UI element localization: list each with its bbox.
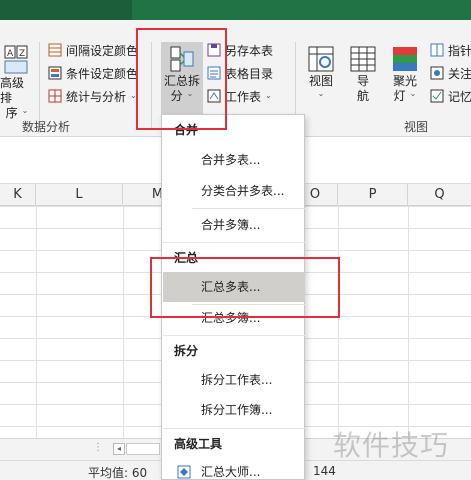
worksheet-icon: [207, 89, 221, 103]
pointer-item[interactable]: 指针: [430, 40, 471, 60]
table-directory-label: 表格目录: [225, 66, 274, 81]
menu-section-advanced-tools: 高级工具: [174, 437, 223, 451]
sort-icon: A Z: [4, 45, 28, 74]
navigation-icon: [350, 46, 376, 72]
menu-item-summary-master[interactable]: 汇总大师...: [163, 457, 305, 480]
navigation-button[interactable]: 导 航: [346, 44, 380, 104]
save-sheet-icon: [207, 43, 221, 57]
spotlight-icon: [393, 47, 417, 71]
focus-icon: [430, 66, 444, 80]
summary-split-dropdown: 合并 合并多表... 分类合并多表... 合并多簿... 汇总 汇总多表... …: [161, 114, 305, 480]
table-directory-icon: [207, 66, 221, 80]
spotlight-label-line1: 聚光: [392, 74, 417, 88]
sheet-tab-grip-icon[interactable]: ⋮: [93, 442, 103, 453]
condition-color-item[interactable]: 条件设定颜色: [48, 63, 138, 83]
menu-divider: [192, 208, 305, 209]
menu-section-divider: [163, 335, 305, 336]
chevron-down-icon: ⌄: [409, 89, 417, 98]
svg-text:A: A: [7, 49, 14, 59]
navigation-label-line2: 航: [356, 89, 369, 103]
interval-color-item[interactable]: 间隔设定颜色: [48, 40, 138, 60]
focus-label: 关注: [448, 66, 471, 81]
pointer-icon: [430, 43, 444, 57]
svg-text:Z: Z: [19, 49, 25, 59]
scroll-left-button[interactable]: ◂: [113, 443, 125, 455]
spotlight-button[interactable]: 聚光 灯 ⌄: [388, 44, 422, 104]
menu-section-split: 拆分: [174, 344, 199, 358]
grid-line: [408, 206, 409, 438]
menu-item-summary-workbooks[interactable]: 汇总多簿...: [163, 303, 305, 333]
summary-split-label-line1: 汇总拆: [163, 74, 200, 88]
menu-section-divider: [163, 242, 305, 243]
save-sheet-label: 另存本表: [225, 43, 274, 58]
column-header-q[interactable]: Q: [408, 184, 471, 206]
summary-split-icon: [170, 46, 194, 72]
status-count: 144: [313, 464, 336, 478]
horizontal-scrollbar[interactable]: [126, 443, 160, 455]
grid-line: [123, 206, 124, 438]
ribbon-separator: [39, 42, 40, 130]
worksheet-item[interactable]: 工作表 ⌄: [207, 86, 272, 106]
grid-line: [36, 206, 37, 438]
view-button[interactable]: 视图 ⌄: [303, 44, 339, 99]
chevron-down-icon: ⌄: [130, 91, 137, 100]
stats-icon: [48, 89, 62, 103]
column-header-k[interactable]: K: [0, 184, 36, 206]
watermark-text: 软件技巧: [333, 429, 450, 462]
ribbon-separator: [151, 42, 152, 130]
chevron-down-icon: ⌄: [186, 89, 194, 98]
summary-split-button[interactable]: 汇总拆 分 ⌄: [161, 42, 203, 118]
menu-item-split-workbook[interactable]: 拆分工作簿...: [163, 395, 305, 425]
menu-item-split-worksheet[interactable]: 拆分工作表...: [163, 365, 305, 395]
statistics-analysis-item[interactable]: 统计与分析 ⌄: [48, 86, 137, 106]
column-header-l[interactable]: L: [36, 184, 123, 206]
title-bar-accent: [0, 0, 132, 20]
pointer-label: 指针: [448, 43, 471, 58]
interval-color-icon: [48, 43, 62, 57]
memory-label: 记忆: [448, 89, 471, 104]
chevron-down-icon: ⌄: [265, 91, 272, 100]
grid-line: [338, 206, 339, 438]
menu-item-merge-workbooks[interactable]: 合并多簿...: [163, 210, 305, 240]
menu-section-divider: [163, 428, 305, 429]
worksheet-label: 工作表: [225, 89, 262, 104]
save-sheet-item[interactable]: 另存本表: [207, 40, 273, 60]
menu-section-summary: 汇总: [174, 251, 199, 265]
menu-item-summary-master-label: 汇总大师...: [201, 465, 261, 479]
menu-item-category-merge-sheets[interactable]: 分类合并多表...: [163, 176, 305, 206]
view-icon: [308, 46, 334, 72]
menu-item-merge-sheets[interactable]: 合并多表...: [163, 145, 305, 175]
memory-item[interactable]: 记忆: [430, 86, 471, 106]
data-analysis-group-label: 数据分析: [22, 120, 71, 134]
advanced-sort-label-line2: 序: [5, 106, 18, 120]
view-label: 视图: [308, 74, 333, 88]
focus-item[interactable]: 关注: [430, 63, 471, 83]
condition-color-icon: [48, 66, 62, 80]
summary-split-label-line2: 分: [170, 89, 183, 103]
advanced-sort-label-line1: 高级排: [0, 76, 25, 105]
spotlight-label-line2: 灯: [393, 89, 406, 103]
navigation-label-line1: 导: [356, 74, 369, 88]
interval-color-label: 间隔设定颜色: [66, 43, 139, 58]
memory-icon: [430, 89, 444, 103]
summary-master-icon: [177, 465, 191, 479]
chevron-down-icon: ⌄: [317, 89, 325, 98]
view-group-label: 视图: [404, 120, 429, 134]
statistics-analysis-label: 统计与分析: [66, 89, 127, 104]
column-header-p[interactable]: P: [338, 184, 408, 206]
menu-item-summary-sheets[interactable]: 汇总多表...: [163, 272, 305, 302]
status-average: 平均值: 60: [88, 466, 148, 480]
table-directory-item[interactable]: 表格目录: [207, 63, 273, 83]
advanced-sort-button[interactable]: A Z 高级排 序 ⌄: [0, 44, 34, 121]
title-bar: [0, 0, 471, 20]
menu-section-merge: 合并: [174, 123, 199, 137]
condition-color-label: 条件设定颜色: [66, 66, 139, 81]
